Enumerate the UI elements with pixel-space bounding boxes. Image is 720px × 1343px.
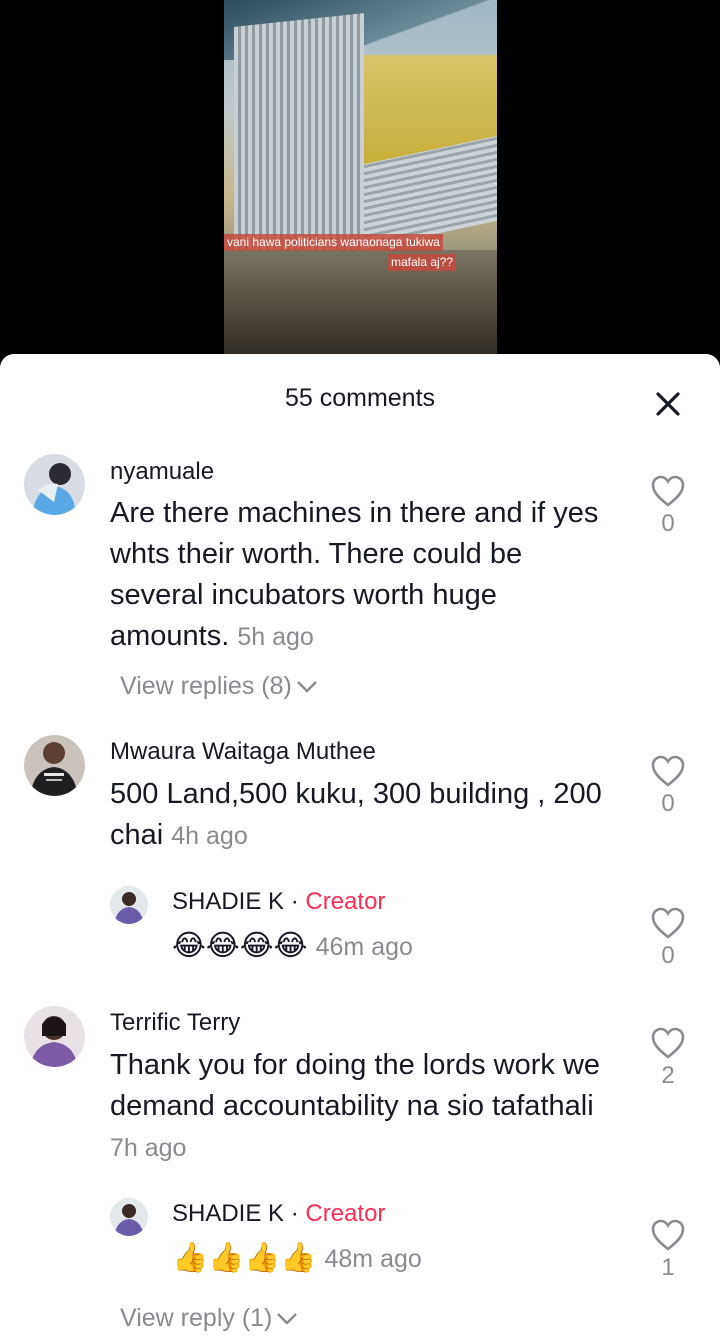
avatar-image: [110, 1198, 148, 1236]
reply-avatar[interactable]: [110, 886, 148, 924]
reply-body: 😂😂😂😂: [172, 930, 308, 962]
reply-text: 👍👍👍👍 48m ago: [172, 1238, 422, 1280]
avatar[interactable]: [24, 1006, 85, 1067]
comment-text: Thank you for doing the lords work we de…: [110, 1045, 620, 1169]
video-wall-left: [234, 13, 364, 267]
reply-text: 😂😂😂😂 46m ago: [172, 926, 413, 968]
avatar-image: [24, 1006, 85, 1067]
like-button[interactable]: 0: [644, 754, 692, 818]
creator-badge: Creator: [305, 1200, 386, 1227]
comments-sheet: 55 comments nyamuale Are there machines …: [0, 354, 720, 1343]
like-button[interactable]: 0: [644, 906, 692, 970]
separator: ·: [290, 888, 299, 915]
like-count: 2: [661, 1062, 675, 1089]
comment-username[interactable]: Terrific Terry: [110, 1009, 240, 1037]
like-button[interactable]: 0: [644, 474, 692, 538]
video-area[interactable]: vani hawa politicians wanaonaga tukiwa m…: [0, 0, 720, 360]
reply-username: SHADIE K · Creator: [172, 1200, 385, 1228]
separator: ·: [290, 1200, 299, 1227]
comment-body: Thank you for doing the lords work we de…: [110, 1049, 601, 1122]
avatar-image: [110, 886, 148, 924]
like-count: 0: [661, 790, 675, 817]
reply-body: 👍👍👍👍: [172, 1242, 317, 1274]
heart-icon: [651, 475, 685, 507]
chevron-down-icon: [296, 681, 317, 694]
avatar[interactable]: [24, 735, 85, 796]
creator-badge: Creator: [305, 888, 386, 915]
reply-author[interactable]: SHADIE K: [172, 888, 284, 915]
reply-avatar[interactable]: [110, 1198, 148, 1236]
reply-time: 48m ago: [324, 1245, 422, 1273]
video-caption-line1: vani hawa politicians wanaonaga tukiwa: [224, 234, 443, 251]
comment-time: 5h ago: [237, 623, 314, 651]
reply-username: SHADIE K · Creator: [172, 888, 385, 916]
close-button[interactable]: [648, 384, 688, 424]
avatar-image: [24, 454, 85, 515]
reply-author[interactable]: SHADIE K: [172, 1200, 284, 1227]
comment-time: 4h ago: [171, 822, 248, 850]
heart-icon: [651, 907, 685, 939]
like-button[interactable]: 1: [644, 1218, 692, 1282]
like-count: 1: [661, 1254, 675, 1281]
like-count: 0: [661, 942, 675, 969]
comment-body: Are there machines in there and if yes w…: [110, 497, 599, 652]
comments-count-title: 55 comments: [284, 384, 436, 412]
close-icon: [656, 392, 680, 416]
video-frame[interactable]: vani hawa politicians wanaonaga tukiwa m…: [224, 0, 497, 360]
view-replies-label: View reply (1): [120, 1304, 273, 1332]
comment-time: 7h ago: [110, 1134, 187, 1162]
avatar-image: [24, 735, 85, 796]
comment-text: 500 Land,500 kuku, 300 building , 200 ch…: [110, 774, 620, 857]
like-button[interactable]: 2: [644, 1026, 692, 1090]
video-ground: [224, 250, 497, 360]
view-replies-button[interactable]: View reply (1): [120, 1304, 298, 1333]
heart-icon: [651, 1219, 685, 1251]
heart-icon: [651, 755, 685, 787]
like-count: 0: [661, 510, 675, 537]
reply-time: 46m ago: [315, 933, 413, 961]
heart-icon: [651, 1027, 685, 1059]
comment-username[interactable]: Mwaura Waitaga Muthee: [110, 738, 376, 766]
chevron-down-icon: [277, 1313, 298, 1326]
view-replies-button[interactable]: View replies (8): [120, 672, 318, 701]
view-replies-label: View replies (8): [120, 672, 292, 700]
comment-username[interactable]: nyamuale: [110, 458, 214, 486]
video-caption-line2: mafala aj??: [388, 254, 457, 271]
avatar[interactable]: [24, 454, 85, 515]
comment-text: Are there machines in there and if yes w…: [110, 493, 620, 658]
